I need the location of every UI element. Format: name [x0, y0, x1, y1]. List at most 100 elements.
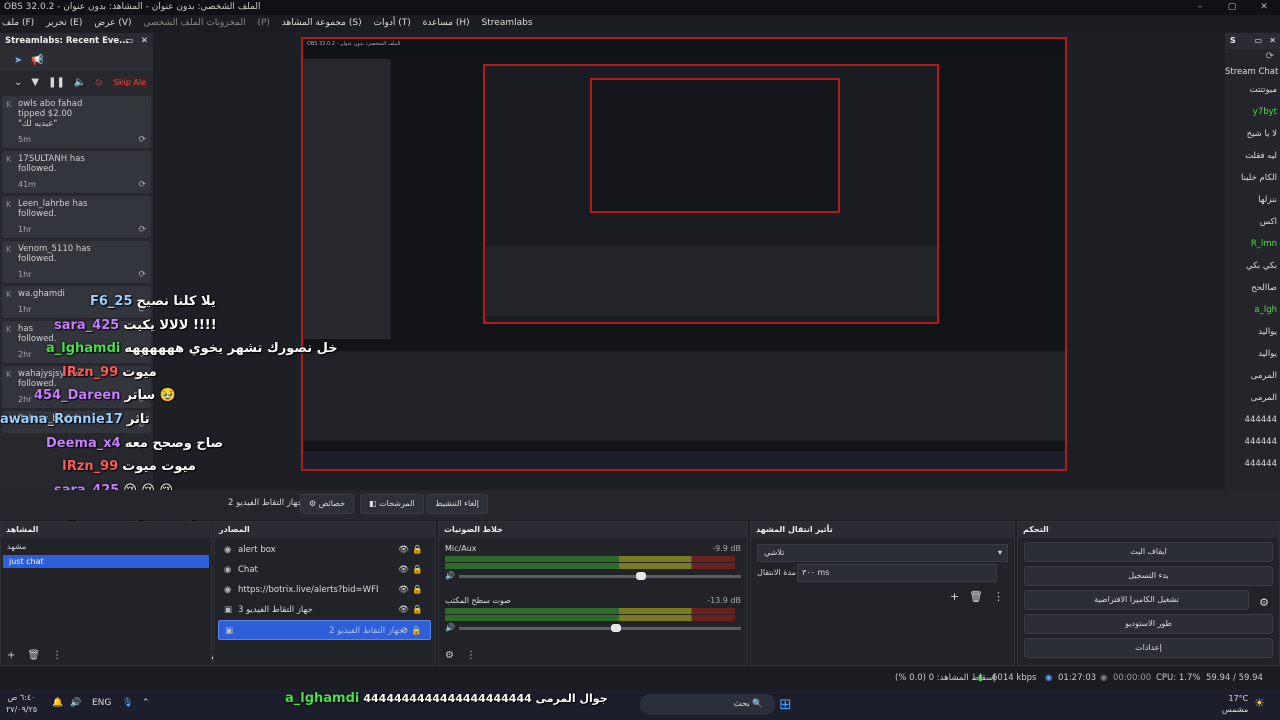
event-card: K 17SULTANH has followed. 41m ⟳	[2, 151, 151, 193]
trash-icon[interactable]: 🗑	[969, 590, 983, 603]
menu-view[interactable]: عرض (V)	[94, 18, 131, 28]
add-icon[interactable]: +	[7, 650, 15, 661]
speaker-icon[interactable]: 🔊	[445, 623, 455, 632]
more-icon[interactable]: ⋮	[993, 590, 1004, 603]
filters-button[interactable]: ◧ المرشحات	[360, 494, 424, 514]
menu-help[interactable]: مساعدة (H)	[423, 18, 470, 28]
chevron-down-icon[interactable]: ⌄	[14, 77, 22, 88]
bell-icon[interactable]: 🔔	[52, 698, 63, 708]
gear-icon[interactable]: ⚙	[1259, 596, 1269, 609]
volume-knob[interactable]	[611, 624, 622, 632]
menu-tools[interactable]: أدوات (T)	[374, 18, 411, 28]
more-icon[interactable]: ⋮	[466, 650, 476, 661]
windows-start-icon[interactable]: ⊞	[779, 695, 792, 713]
virtual-camera-button[interactable]: تشغيل الكاميرا الافتراضية	[1024, 590, 1249, 610]
camera-icon: ▣	[225, 626, 234, 636]
mixer-toolbar: ⚙ ⋮	[445, 650, 476, 661]
eye-icon[interactable]: 👁	[398, 560, 409, 580]
gear-icon[interactable]: ⚙	[445, 650, 454, 661]
add-icon[interactable]: +	[950, 590, 959, 603]
close-button[interactable]: ✕	[1244, 0, 1280, 15]
stream-preview[interactable]: OBS 32.0.2 - الملف الشخصي: بدون عنوان	[301, 37, 1067, 471]
language-indicator[interactable]: ENG	[92, 698, 111, 708]
replay-icon[interactable]: ⟳	[138, 225, 146, 235]
live-icon: ◉	[1045, 673, 1053, 683]
temperature: 17°C	[1228, 694, 1249, 703]
volume-knob[interactable]	[635, 572, 646, 580]
duration-input[interactable]: ٣٠٠ ms	[797, 564, 997, 582]
eye-icon[interactable]: 👁	[398, 580, 409, 600]
start-recording-button[interactable]: بدء التسجيل	[1024, 566, 1273, 586]
weather-widget[interactable]: 17°C مشمس	[1222, 693, 1248, 715]
menu-file[interactable]: ملف (F)	[2, 18, 34, 28]
deactivate-button[interactable]: إلغاء التنشيط	[426, 494, 488, 514]
event-action: followed.	[18, 209, 57, 219]
source-alert-box[interactable]: ◉ alert box 👁 🔒	[218, 540, 431, 560]
speaker-icon[interactable]: 🔊	[445, 571, 455, 580]
volume-slider[interactable]	[459, 624, 741, 632]
overlay-chat-line: IRzn_99 ميوت ميوت	[62, 459, 196, 474]
float-icon[interactable]: ▭	[125, 33, 133, 49]
pause-icon[interactable]: ❚❚	[48, 77, 65, 88]
volume-icon[interactable]: 🔊	[70, 698, 81, 708]
settings-button[interactable]: إعدادات	[1024, 638, 1273, 658]
mic-icon[interactable]: 🎙	[122, 698, 133, 708]
source-video-capture-3[interactable]: ▣ جهاز التقاط الفيديو 3 👁 🔒	[218, 600, 431, 620]
refresh-icon[interactable]: ⟳	[1225, 49, 1280, 65]
chevron-up-icon[interactable]: ⌃	[142, 698, 150, 708]
properties-button[interactable]: ⚙ خصائص	[300, 494, 355, 514]
menu-streamlabs[interactable]: Streamlabs	[482, 18, 533, 28]
mute-icon[interactable]: 🔈	[74, 77, 86, 88]
bitrate: 6014 kbps	[992, 673, 1037, 683]
eye-icon[interactable]: 👁	[398, 540, 409, 560]
source-video-capture-2[interactable]: ▣ جهاز التقاط الفيديو 2 ⊘ 🔒	[218, 620, 431, 640]
transitions-toolbar: + 🗑 ⋮	[950, 590, 1004, 603]
chat-line: a_lgh	[1254, 305, 1277, 315]
volume-slider[interactable]	[459, 572, 741, 580]
eye-icon[interactable]: 👁	[398, 600, 409, 620]
lock-icon[interactable]: 🔒	[412, 540, 423, 560]
replay-icon[interactable]: ⟳	[138, 180, 146, 190]
clock-date: ٢٧/٠٩/٢٥	[6, 705, 38, 714]
replay-icon[interactable]: ⟳	[138, 135, 146, 145]
mixer-track-mic: Mic/Aux -9.9 dB 🔊	[445, 544, 741, 586]
menu-scene-collection[interactable]: مجموعة المشاهد (S)	[282, 18, 362, 28]
megaphone-icon[interactable]: 📢	[31, 55, 43, 66]
trash-icon[interactable]: 🗑	[27, 650, 40, 661]
taskbar-search[interactable]: بحث 🔍	[640, 694, 775, 715]
cpu-usage: CPU: 1.7%	[1156, 673, 1201, 683]
replay-icon[interactable]: ⟳	[138, 270, 146, 280]
close-dock-icon[interactable]: ✕	[1269, 33, 1276, 49]
filter-icon[interactable]: ▼	[31, 77, 39, 88]
studio-mode-button[interactable]: طور الاستوديو	[1024, 614, 1273, 634]
stop-stream-button[interactable]: ايقاف البث	[1024, 542, 1273, 562]
menu-docks[interactable]: المخزونات	[206, 18, 245, 28]
source-label: https://botrix.live/alerts?bid=WFbOto7	[238, 585, 378, 595]
eye-off-icon[interactable]: ⊘	[401, 621, 408, 641]
close-dock-icon[interactable]: ✕	[141, 33, 148, 49]
skip-icon[interactable]: ⦸	[95, 77, 102, 88]
more-icon[interactable]: ⋮	[52, 650, 62, 661]
clock[interactable]: ٦:٤٠ ص ٢٧/٠٩/٢٥	[6, 692, 37, 716]
send-icon[interactable]: ➤	[14, 55, 22, 66]
sources-header: المصادر	[214, 522, 435, 538]
track-db: -9.9 dB	[712, 544, 741, 553]
float-icon[interactable]: ▭	[1254, 33, 1262, 49]
menu-edit[interactable]: تحرير (E)	[46, 18, 82, 28]
lock-icon[interactable]: 🔒	[412, 600, 423, 620]
skip-alert-button[interactable]: Skip Ale	[110, 76, 150, 88]
source-botrix[interactable]: ◉ https://botrix.live/alerts?bid=WFbOto7 👁…	[218, 580, 431, 600]
event-name: 17SULTANH has	[18, 154, 85, 164]
window-title: OBS 32.0.2 - الملف الشخصي: بدون عنوان - …	[4, 2, 261, 12]
scene-item-selected[interactable]: just chat	[3, 555, 209, 568]
chat-message: صاح وصحح معه	[124, 435, 224, 451]
lock-icon[interactable]: 🔒	[411, 621, 422, 641]
scene-item[interactable]: مشهد	[1, 538, 211, 555]
lock-icon[interactable]: 🔒	[412, 560, 423, 580]
transition-select[interactable]: تلاشي ▾	[757, 544, 1008, 562]
lock-icon[interactable]: 🔒	[412, 580, 423, 600]
chat-line: الكام خلينا	[1241, 173, 1277, 183]
event-name: Venom_5110 has	[18, 244, 91, 254]
scenes-header: المشاهد	[1, 522, 211, 538]
source-chat[interactable]: ◉ Chat 👁 🔒	[218, 560, 431, 580]
